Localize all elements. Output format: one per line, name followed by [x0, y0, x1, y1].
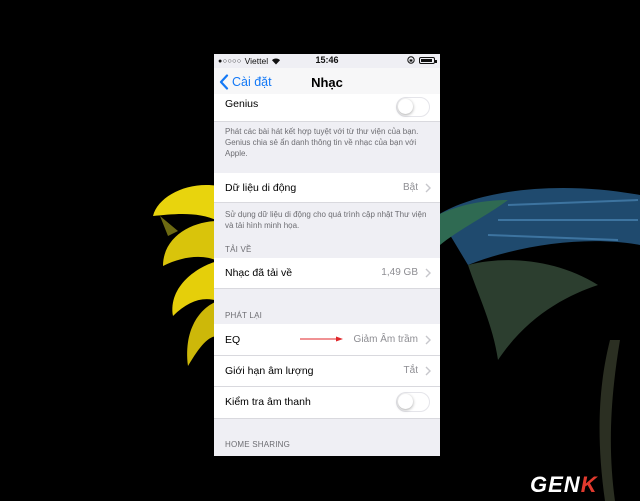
sound-check-row[interactable]: Kiểm tra âm thanh	[214, 387, 440, 419]
status-right	[407, 56, 437, 64]
phone-screen: ●○○○○ Viettel 15:46 Cài đặt Nhạc Genius …	[214, 54, 440, 456]
cellular-data-value: Bật	[402, 182, 418, 193]
back-button-label: Cài đặt	[232, 75, 272, 89]
toggle-knob	[398, 99, 413, 114]
sound-check-toggle[interactable]	[396, 392, 430, 412]
downloaded-music-row[interactable]: Nhạc đã tải về 1,49 GB	[214, 258, 440, 289]
orientation-lock-icon	[407, 56, 415, 64]
genius-footer: Phát các bài hát kết hợp tuyệt với từ th…	[225, 127, 419, 158]
volume-limit-value: Tắt	[403, 365, 418, 376]
eq-value: Giảm Âm trầm	[353, 334, 418, 345]
watermark-accent: K	[580, 472, 598, 497]
genius-toggle[interactable]	[396, 97, 430, 117]
feather-decoration	[438, 187, 640, 360]
volume-limit-row[interactable]: Giới hạn âm lượng Tắt	[214, 356, 440, 387]
watermark-text: GEN	[530, 472, 581, 497]
genk-watermark-logo: GENK	[530, 472, 598, 498]
flower-decoration	[153, 185, 218, 366]
cellular-data-row[interactable]: Dữ liệu di động Bật	[214, 173, 440, 203]
eq-label: EQ	[225, 334, 241, 346]
chevron-right-icon	[425, 335, 431, 345]
back-button[interactable]: Cài đặt	[218, 74, 272, 90]
volume-limit-label: Giới hạn âm lượng	[225, 365, 314, 377]
chevron-right-icon	[425, 366, 431, 376]
status-bar: ●○○○○ Viettel 15:46	[214, 54, 440, 68]
genius-row[interactable]: Genius	[214, 94, 440, 122]
downloaded-music-value: 1,49 GB	[381, 267, 418, 278]
playback-section-header: PHÁT LẠI	[225, 311, 263, 320]
sound-check-label: Kiểm tra âm thanh	[225, 396, 311, 408]
chevron-left-icon	[219, 74, 229, 90]
chevron-right-icon	[425, 268, 431, 278]
battery-icon	[419, 56, 437, 64]
downloads-section-header: TẢI VỀ	[225, 245, 252, 254]
cellular-data-label: Dữ liệu di động	[225, 182, 297, 194]
cellular-data-footer: Sử dụng dữ liệu di động cho quá trình cậ…	[225, 210, 427, 230]
downloaded-music-label: Nhạc đã tải về	[225, 267, 293, 279]
red-arrow-annotation	[300, 336, 343, 342]
chevron-right-icon	[425, 183, 431, 193]
home-sharing-section-header: HOME SHARING	[225, 440, 291, 449]
eq-row[interactable]: EQ Giảm Âm trầm	[214, 324, 440, 356]
toggle-knob	[398, 394, 413, 409]
genius-label: Genius	[225, 98, 259, 110]
